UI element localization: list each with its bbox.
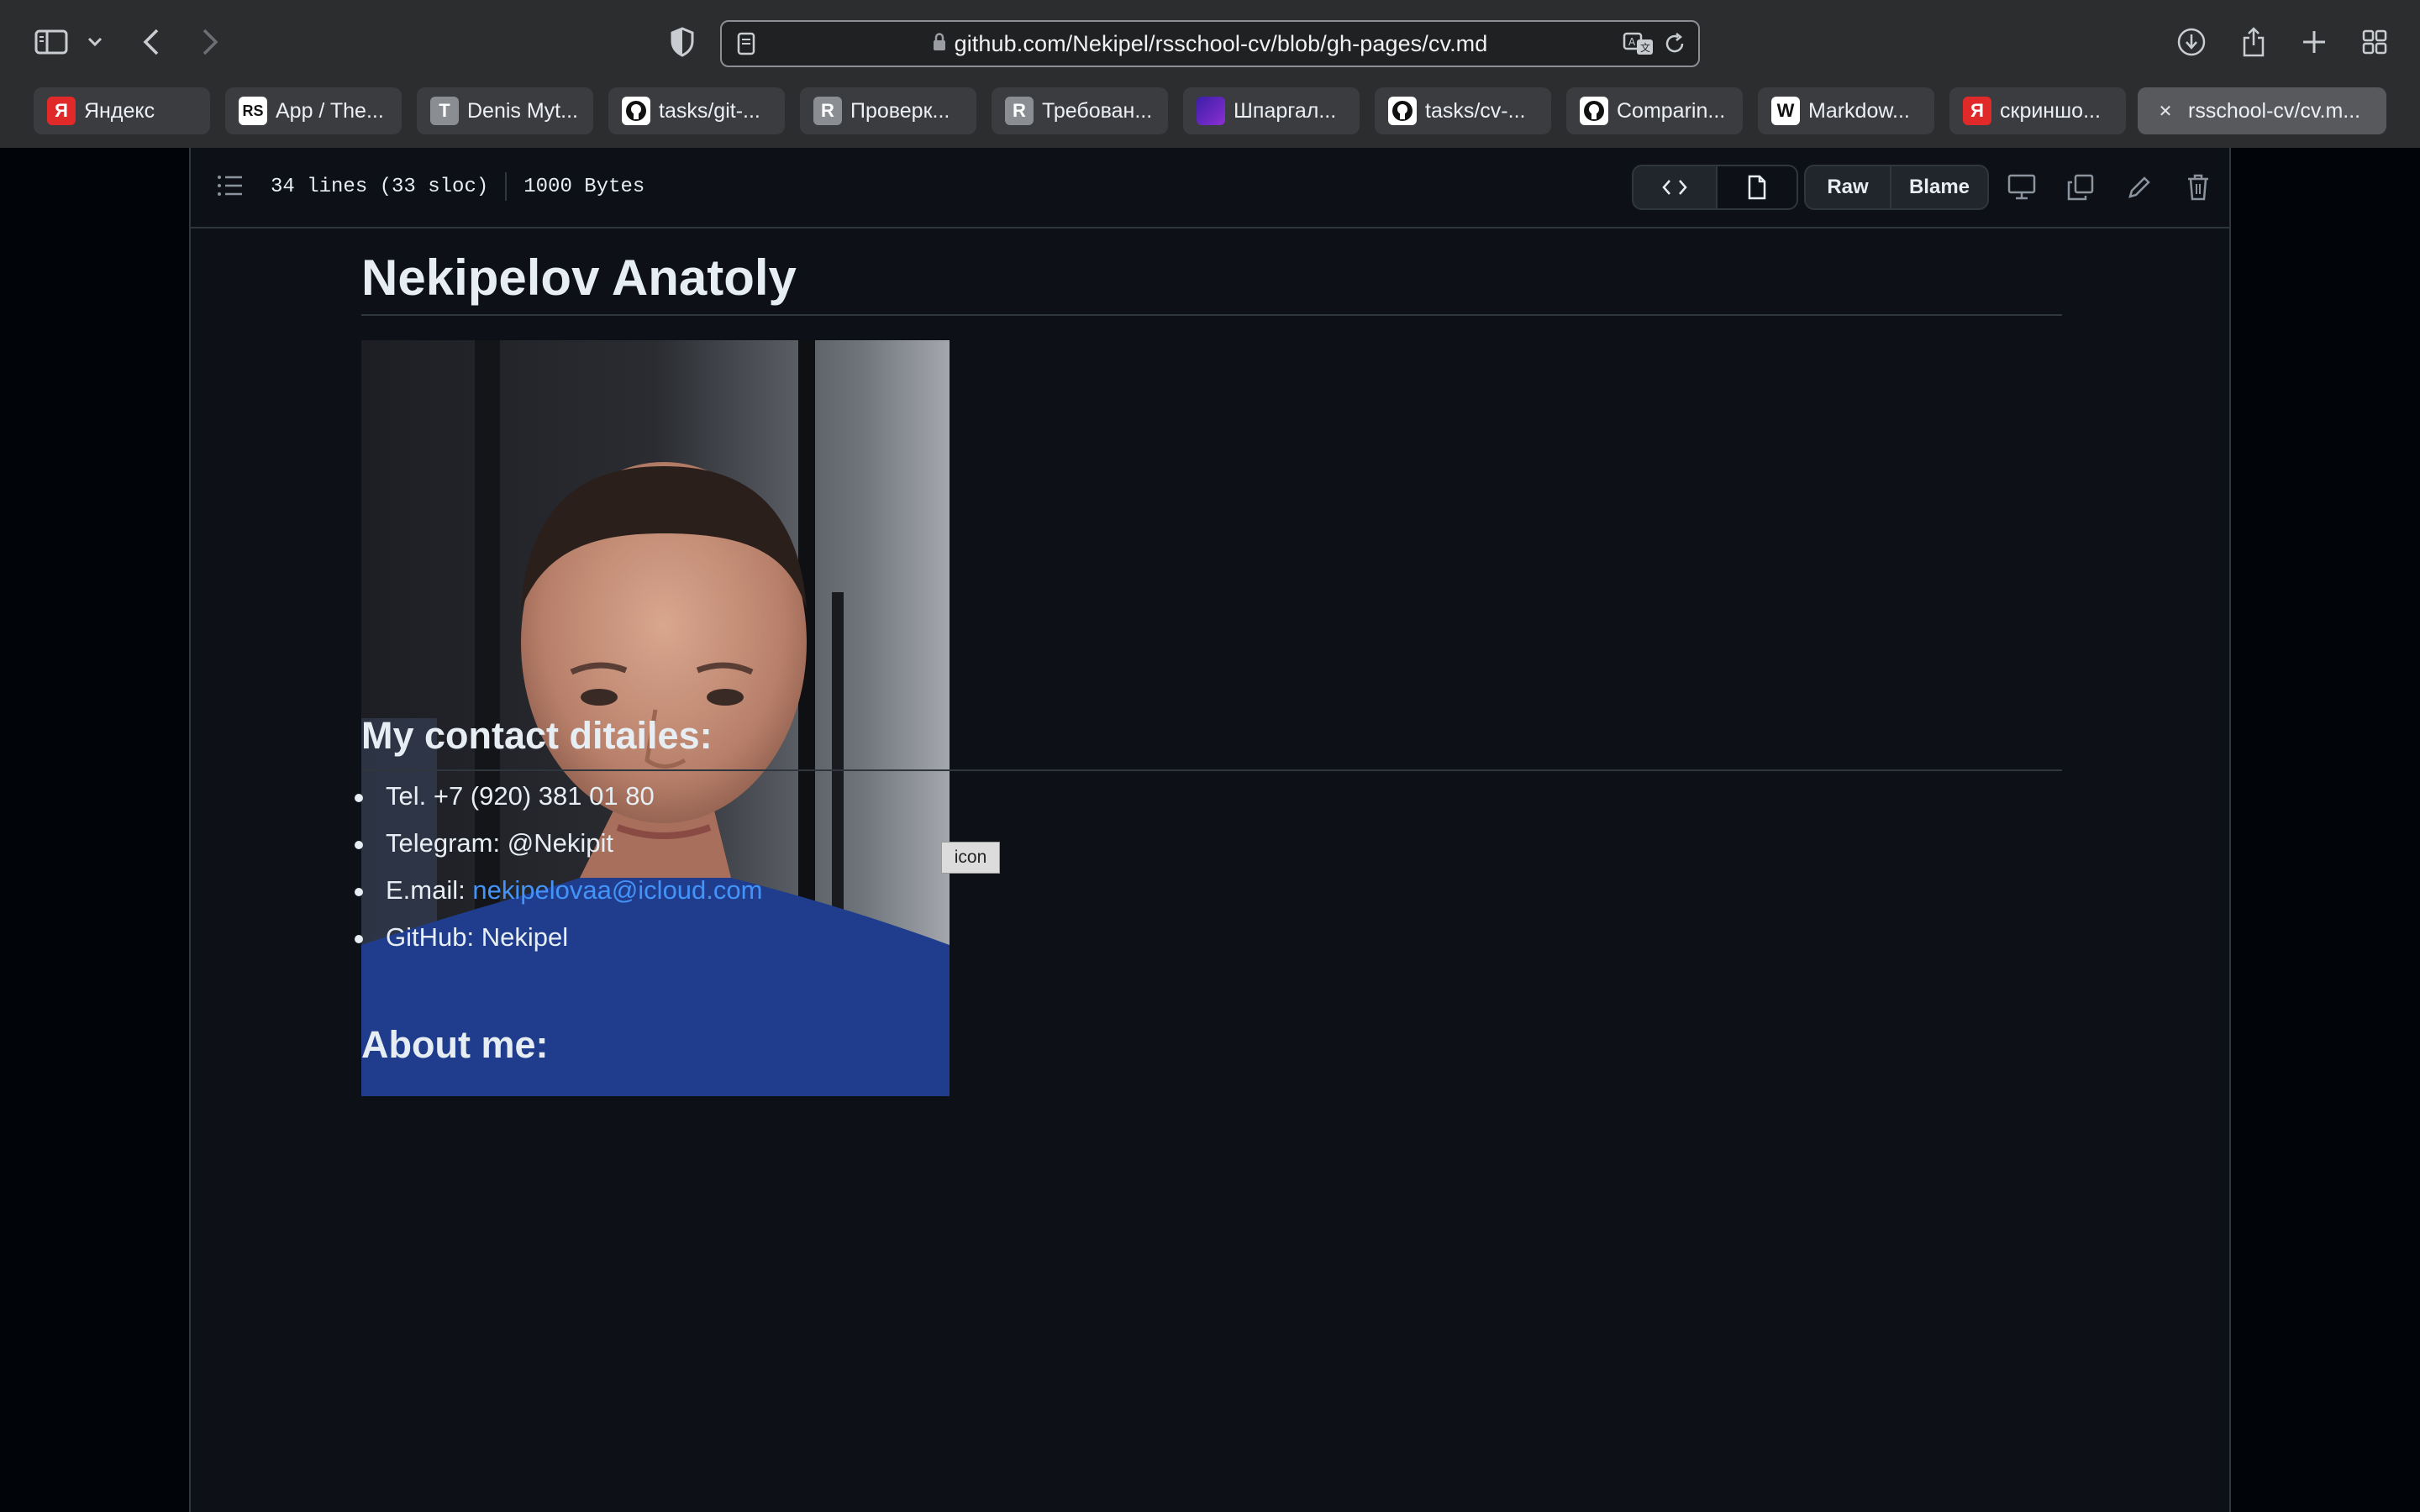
- outline-list-icon[interactable]: [216, 173, 245, 202]
- tab-overview-icon[interactable]: [2358, 24, 2391, 60]
- tab-markdown[interactable]: W Markdow...: [1758, 87, 1934, 134]
- letter-t-icon: T: [430, 97, 459, 125]
- email-link[interactable]: nekipelovaa@icloud.com: [472, 875, 762, 905]
- trash-icon[interactable]: [2179, 168, 2217, 207]
- file-size: 1000 Bytes: [523, 175, 645, 198]
- edit-pencil-icon[interactable]: [2120, 168, 2159, 207]
- divider: [505, 172, 508, 201]
- tab-yandex[interactable]: Я Яндекс: [34, 87, 210, 134]
- forward-icon[interactable]: [195, 24, 225, 60]
- tab-tasks-git[interactable]: tasks/git-...: [608, 87, 785, 134]
- github-page: 34 lines (33 sloc) 1000 Bytes Raw Blame: [0, 148, 2420, 1512]
- file-icon: [1748, 175, 1766, 200]
- file-header: 34 lines (33 sloc) 1000 Bytes Raw Blame: [191, 148, 2229, 228]
- tab-comparing[interactable]: Comparin...: [1566, 87, 1743, 134]
- about-heading: About me:: [361, 1023, 549, 1066]
- back-icon[interactable]: [136, 24, 166, 60]
- tab-label: скриншо...: [2000, 98, 2101, 123]
- telegram-text: Telegram: @Nekipit: [386, 828, 613, 858]
- code-icon: [1662, 180, 1687, 195]
- phone-text: Tel. +7 (920) 381 01 80: [386, 781, 655, 811]
- tab-screenshot[interactable]: Я скриншо...: [1949, 87, 2126, 134]
- tab-label: Проверк...: [850, 98, 950, 123]
- url-text: github.com/Nekipel/rsschool-cv/blob/gh-p…: [954, 30, 1488, 56]
- github-icon: [1388, 97, 1417, 125]
- line-count: 34 lines (33 sloc): [271, 175, 489, 198]
- svg-text:文: 文: [1640, 41, 1650, 54]
- tab-label: Comparin...: [1617, 98, 1726, 123]
- sidebar-toggle-icon[interactable]: [32, 24, 71, 60]
- letter-r-icon: R: [813, 97, 842, 125]
- tab-label: Markdow...: [1808, 98, 1910, 123]
- tab-denis[interactable]: T Denis Myt...: [417, 87, 593, 134]
- list-item: Tel. +7 (920) 381 01 80: [355, 781, 655, 811]
- preview-button[interactable]: [1716, 166, 1797, 208]
- chevron-down-icon[interactable]: [84, 24, 106, 60]
- tab-label: Denis Myt...: [467, 98, 578, 123]
- address-bar[interactable]: github.com/Nekipel/rsschool-cv/blob/gh-p…: [720, 20, 1700, 67]
- tab-app[interactable]: RS App / The...: [225, 87, 402, 134]
- yandex-icon: Я: [47, 97, 76, 125]
- tab-label: Яндекс: [84, 98, 155, 123]
- copy-icon[interactable]: [2061, 168, 2100, 207]
- blame-button[interactable]: Blame: [1890, 166, 1987, 208]
- github-icon: [1580, 97, 1608, 125]
- email-label: E.mail:: [386, 875, 473, 905]
- tab-bar: Я Яндекс RS App / The... T Denis Myt... …: [0, 87, 2420, 136]
- lock-icon: [933, 31, 946, 57]
- tab-shpargalka[interactable]: Шпаргал...: [1183, 87, 1360, 134]
- tab-tasks-cv[interactable]: tasks/cv-...: [1375, 87, 1551, 134]
- view-toggle: [1632, 165, 1798, 210]
- close-tab-icon[interactable]: ✕: [2151, 97, 2180, 125]
- share-icon[interactable]: [2237, 24, 2270, 60]
- purple-square-icon: [1197, 97, 1225, 125]
- file-view: 34 lines (33 sloc) 1000 Bytes Raw Blame: [189, 148, 2231, 1512]
- yandex-icon: Я: [1963, 97, 1991, 125]
- privacy-shield-icon[interactable]: [666, 24, 699, 60]
- list-item: Telegram: @Nekipit: [355, 828, 613, 858]
- tab-label: tasks/cv-...: [1425, 98, 1526, 123]
- raw-blame-group: Raw Blame: [1804, 165, 1989, 210]
- image-tooltip: icon: [941, 842, 1000, 874]
- tab-label: rsschool-cv/cv.m...: [2188, 98, 2361, 123]
- tab-label: Требован...: [1042, 98, 1153, 123]
- github-text: GitHub: Nekipel: [386, 922, 569, 952]
- tab-label: Шпаргал...: [1234, 98, 1337, 123]
- heading-rule: [361, 769, 2062, 771]
- page-title: Nekipelov Anatoly: [361, 249, 797, 306]
- download-icon[interactable]: [2175, 24, 2208, 60]
- heading-rule: [361, 314, 2062, 316]
- svg-text:A: A: [1628, 36, 1636, 48]
- raw-button[interactable]: Raw: [1806, 166, 1890, 208]
- desktop-icon[interactable]: [2002, 168, 2041, 207]
- reload-icon[interactable]: [1663, 32, 1686, 60]
- tab-trebovaniya[interactable]: R Требован...: [992, 87, 1168, 134]
- browser-toolbar: github.com/Nekipel/rsschool-cv/blob/gh-p…: [0, 0, 2420, 84]
- translate-icon[interactable]: A文: [1623, 31, 1655, 60]
- code-view-button[interactable]: [1634, 166, 1716, 208]
- letter-r-icon: R: [1005, 97, 1034, 125]
- github-icon: [622, 97, 650, 125]
- list-item: E.mail: nekipelovaa@icloud.com: [354, 875, 762, 906]
- tab-proverka[interactable]: R Проверк...: [800, 87, 976, 134]
- browser-chrome: github.com/Nekipel/rsschool-cv/blob/gh-p…: [0, 0, 2420, 148]
- wikipedia-icon: W: [1771, 97, 1800, 125]
- tab-label: App / The...: [276, 98, 384, 123]
- contacts-heading: My contact ditailes:: [361, 714, 713, 757]
- file-info: 34 lines (33 sloc) 1000 Bytes: [271, 148, 644, 225]
- tab-rsschool-cv[interactable]: ✕ rsschool-cv/cv.m...: [2138, 87, 2386, 134]
- list-item: GitHub: Nekipel: [354, 922, 569, 953]
- new-tab-icon[interactable]: [2297, 24, 2331, 60]
- rs-icon: RS: [239, 97, 267, 125]
- tab-label: tasks/git-...: [659, 98, 760, 123]
